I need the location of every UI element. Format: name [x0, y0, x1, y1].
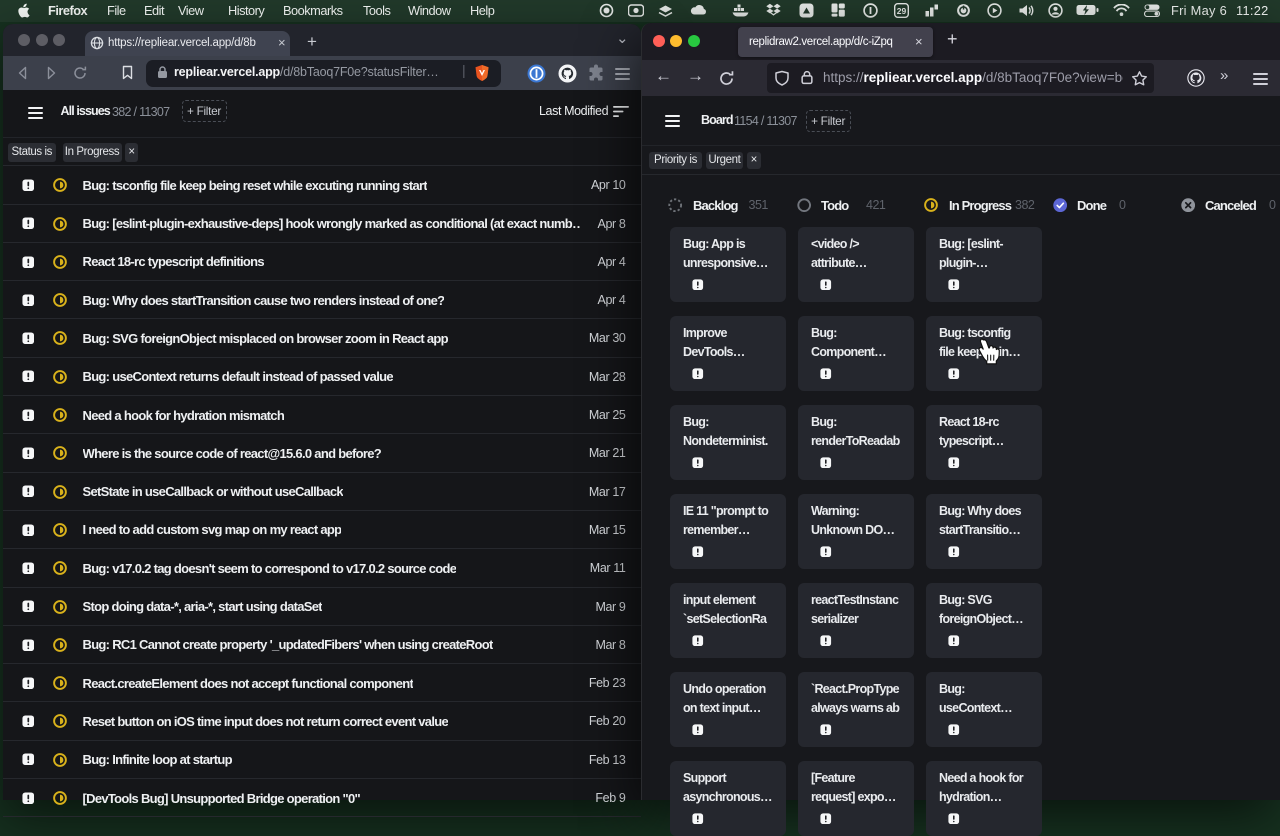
svg-text:29: 29 [896, 6, 906, 16]
